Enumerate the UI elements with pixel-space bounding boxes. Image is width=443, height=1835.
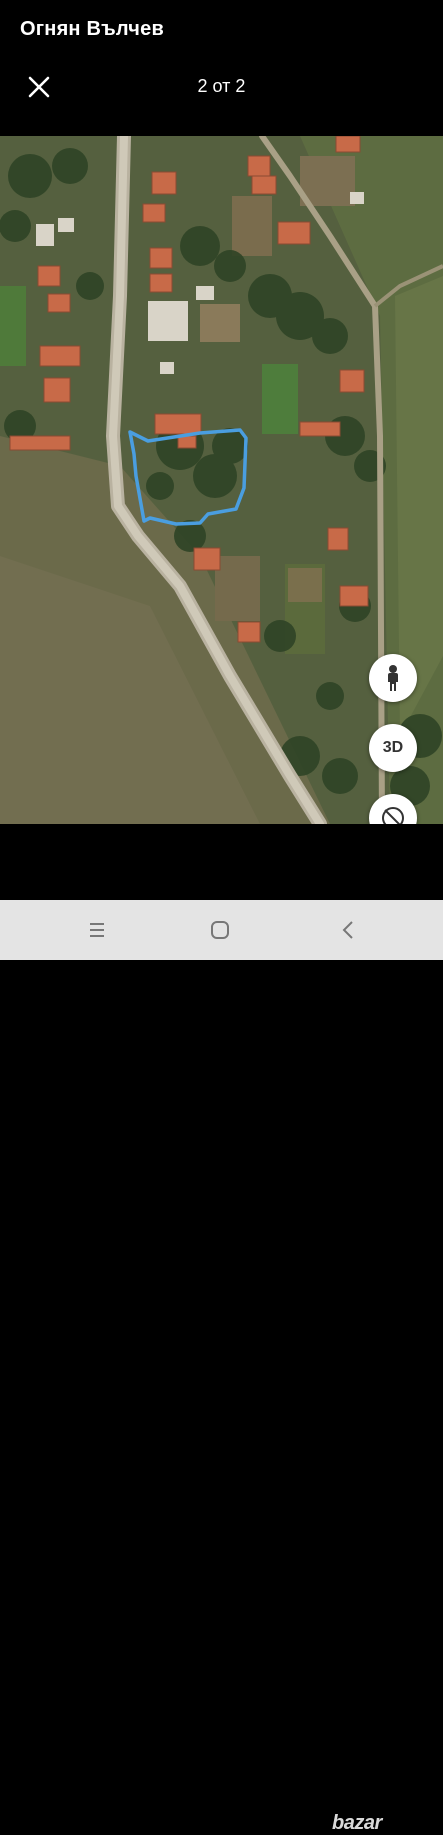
satellite-map <box>0 136 443 824</box>
pegman-icon <box>388 665 398 691</box>
view-3d-button[interactable]: 3D <box>369 724 417 772</box>
owner-name: Огнян Вълчев <box>20 18 164 40</box>
back-icon[interactable] <box>336 917 362 943</box>
top-bar: Огнян Вълчев 2 от 2 <box>0 0 443 136</box>
watermark: bazar <box>332 1812 382 1834</box>
compass-icon <box>382 807 404 824</box>
satellite-photo[interactable]: 3D <box>0 136 443 824</box>
recents-icon[interactable] <box>84 917 110 943</box>
home-icon[interactable] <box>207 917 233 943</box>
photo-counter: 2 от 2 <box>197 76 246 96</box>
system-navigation-bar: bazar <box>0 900 443 1834</box>
view-3d-label: 3D <box>382 739 404 756</box>
bottom-spacer <box>0 824 443 900</box>
street-view-button[interactable] <box>369 654 417 702</box>
